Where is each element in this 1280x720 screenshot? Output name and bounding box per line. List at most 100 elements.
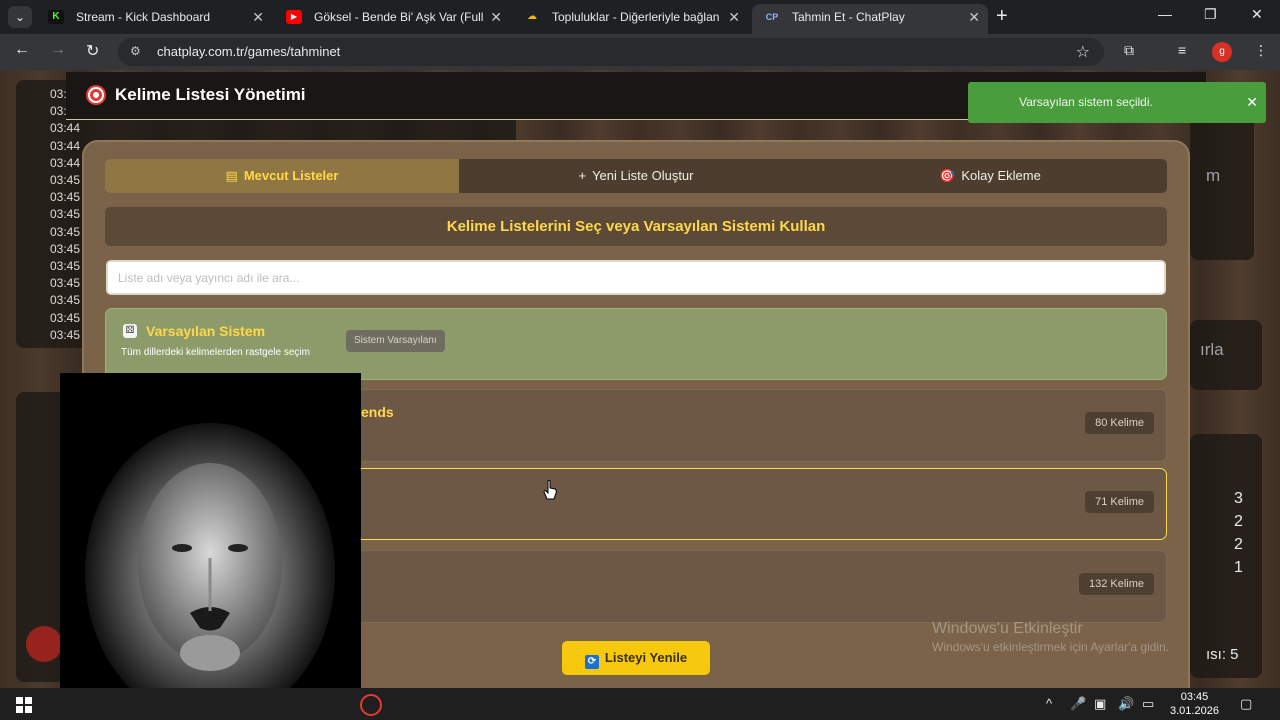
chat-time: 03:45 (50, 190, 81, 205)
tab-kick-dashboard[interactable]: K Stream - Kick Dashboard ✕ (36, 4, 272, 34)
tab-label: Kolay Ekleme (961, 168, 1041, 183)
chat-time: 03:45 (50, 310, 81, 325)
clock-time: 03:45 (1180, 691, 1209, 703)
lion-portrait (85, 423, 335, 720)
close-icon[interactable]: ✕ (728, 4, 740, 30)
modal-title: Kelime Listesi Yönetimi (115, 85, 306, 104)
modal-tabs: ▤ Mevcut Listeler + Yeni Liste Oluştur 🎯 Ko… (105, 159, 1167, 193)
target-icon: 🎯 (939, 168, 956, 183)
bg-right-text: ırla (1200, 340, 1224, 359)
network-icon[interactable]: ▭ (1142, 696, 1154, 712)
chatplay-icon: CP (765, 12, 779, 22)
tab-title: Stream - Kick Dashboard (76, 10, 211, 24)
tab-kolay-ekleme[interactable]: 🎯 Kolay Ekleme (813, 159, 1167, 193)
profile-avatar[interactable]: g (1212, 42, 1232, 62)
close-window-button[interactable]: ✕ (1251, 6, 1263, 23)
refresh-list-button[interactable]: ⟳ Listeyi Yenile (562, 641, 710, 675)
chat-time: 03:45 (50, 224, 81, 239)
url-text[interactable]: chatplay.com.tr/games/tahminet (157, 44, 340, 59)
success-toast: Varsayılan sistem seçildi. ✕ (968, 82, 1266, 123)
score-value: 3 (1234, 490, 1243, 507)
tab-title: Topluluklar - Diğerleriyle bağlan (552, 10, 720, 24)
plus-icon: + (578, 168, 587, 183)
volume-icon[interactable]: 🔊 (1118, 696, 1134, 712)
chat-time: 03:45 (50, 259, 81, 274)
dice-icon: ⚄ (123, 324, 137, 338)
list-icon: ▤ (225, 168, 238, 183)
new-tab-button[interactable]: + (996, 5, 1008, 28)
list-card-default-system[interactable]: ⚄ Varsayılan Sistem Tüm dillerdeki kelim… (105, 308, 1167, 380)
card-title: ends (361, 404, 394, 420)
tab-tahmin-et[interactable]: CP Tahmin Et - ChatPlay ✕ (752, 4, 988, 34)
microphone-icon[interactable]: 🎤 (1070, 696, 1086, 712)
chat-time: 03:44 (50, 121, 81, 136)
block-icon (26, 626, 62, 662)
tab-youtube[interactable]: ▶ Göksel - Bende Bi' Aşk Var (Full ✕ (274, 4, 510, 34)
chat-time: 03:45 (50, 276, 81, 291)
windows-start-icon[interactable] (16, 697, 32, 713)
section-title: Kelime Listelerini Seç veya Varsayılan S… (105, 207, 1167, 246)
back-button[interactable]: ← (14, 41, 30, 59)
extensions-icon[interactable]: ⧉ (1124, 42, 1134, 59)
search-input[interactable] (106, 260, 1166, 295)
tray-chevron-icon[interactable]: ^ (1046, 696, 1052, 711)
tab-search-button[interactable]: ⌄ (8, 6, 32, 28)
tab-yeni-liste-olustur[interactable]: + Yeni Liste Oluştur (459, 159, 813, 193)
hand-cursor-icon (543, 480, 557, 500)
restore-button[interactable]: ❐ (1204, 6, 1217, 23)
notifications-icon[interactable]: ▢ (1240, 696, 1252, 712)
tab-label: Yeni Liste Oluştur (592, 168, 694, 183)
windows-taskbar: ^ 🎤 ▣ 🔊 ▭ 03:45 3.01.2026 ▢ (0, 688, 1280, 720)
close-icon[interactable]: ✕ (490, 4, 502, 30)
tab-topluluklar[interactable]: ☁ Topluluklar - Diğerleriyle bağlan ✕ (512, 4, 748, 34)
chat-time: 03:45 (50, 173, 81, 188)
refresh-icon: ⟳ (584, 655, 599, 669)
chat-time: 03:45 (50, 327, 81, 342)
community-icon: ☁ (527, 11, 537, 22)
app-icon[interactable] (360, 694, 382, 716)
score-value: 2 (1234, 536, 1243, 553)
bookmark-star-icon[interactable]: ☆ (1076, 42, 1090, 62)
browser-toolbar: ← → ↻ ⚙ chatplay.com.tr/games/tahminet ☆… (0, 34, 1280, 70)
tab-mevcut-listeler[interactable]: ▤ Mevcut Listeler (105, 159, 459, 193)
chat-time: 03:45 (50, 207, 81, 222)
bg-panel-right-top (1190, 100, 1254, 260)
word-count-badge: 80 Kelime (1085, 412, 1154, 434)
card-title: Varsayılan Sistem (146, 323, 266, 339)
clock-date: 3.01.2026 (1170, 705, 1219, 717)
word-count-badge: 71 Kelime (1085, 491, 1154, 513)
button-label: Listeyi Yenile (604, 650, 688, 665)
chat-time: 03:44 (50, 155, 81, 170)
bg-right-text: m (1206, 166, 1221, 185)
tab-label: Mevcut Listeler (243, 168, 339, 183)
reload-button[interactable]: ↻ (86, 41, 99, 61)
system-clock[interactable]: 03:45 3.01.2026 (1170, 690, 1219, 718)
system-default-badge: Sistem Varsayılanı (346, 330, 445, 352)
browser-tab-bar: ⌄ K Stream - Kick Dashboard ✕ ▶ Göksel -… (0, 0, 1280, 34)
tab-title: Göksel - Bende Bi' Aşk Var (Full (314, 10, 484, 24)
youtube-icon: ▶ (286, 10, 302, 24)
chat-time: 03:45 (50, 293, 81, 308)
site-settings-icon[interactable]: ⚙ (130, 44, 141, 58)
toast-message: Varsayılan sistem seçildi. (1019, 95, 1153, 109)
card-description: Tüm dillerdeki kelimelerden rastgele seç… (121, 347, 310, 358)
activation-watermark-desc: Windows'u etkinleştirmek için Ayarlar'a … (932, 640, 1170, 654)
chat-times: 03:44 03:44 03:44 03:44 03:44 03:45 03:4… (50, 86, 80, 344)
activation-watermark-title: Windows'u Etkinleştir (932, 620, 1083, 637)
kick-icon: K (48, 10, 64, 24)
display-icon[interactable]: ▣ (1094, 696, 1106, 712)
close-icon[interactable]: ✕ (968, 4, 980, 30)
tab-title: Tahmin Et - ChatPlay (792, 10, 905, 24)
address-bar[interactable]: ⚙ chatplay.com.tr/games/tahminet ☆ (118, 38, 1104, 66)
media-controls-icon[interactable]: ≡ (1178, 42, 1186, 58)
forward-button[interactable]: → (50, 41, 66, 59)
score-value: 2 (1234, 513, 1243, 530)
close-icon[interactable]: ✕ (252, 4, 264, 30)
browser-menu-icon[interactable]: ⋮ (1254, 42, 1268, 59)
score-label: ısı: 5 (1206, 646, 1239, 663)
score-value: 1 (1234, 559, 1243, 576)
close-icon[interactable]: ✕ (1246, 82, 1258, 123)
chat-time: 03:45 (50, 241, 81, 256)
minimize-button[interactable]: — (1158, 6, 1172, 22)
bg-panel-right-bottom (1190, 434, 1262, 678)
